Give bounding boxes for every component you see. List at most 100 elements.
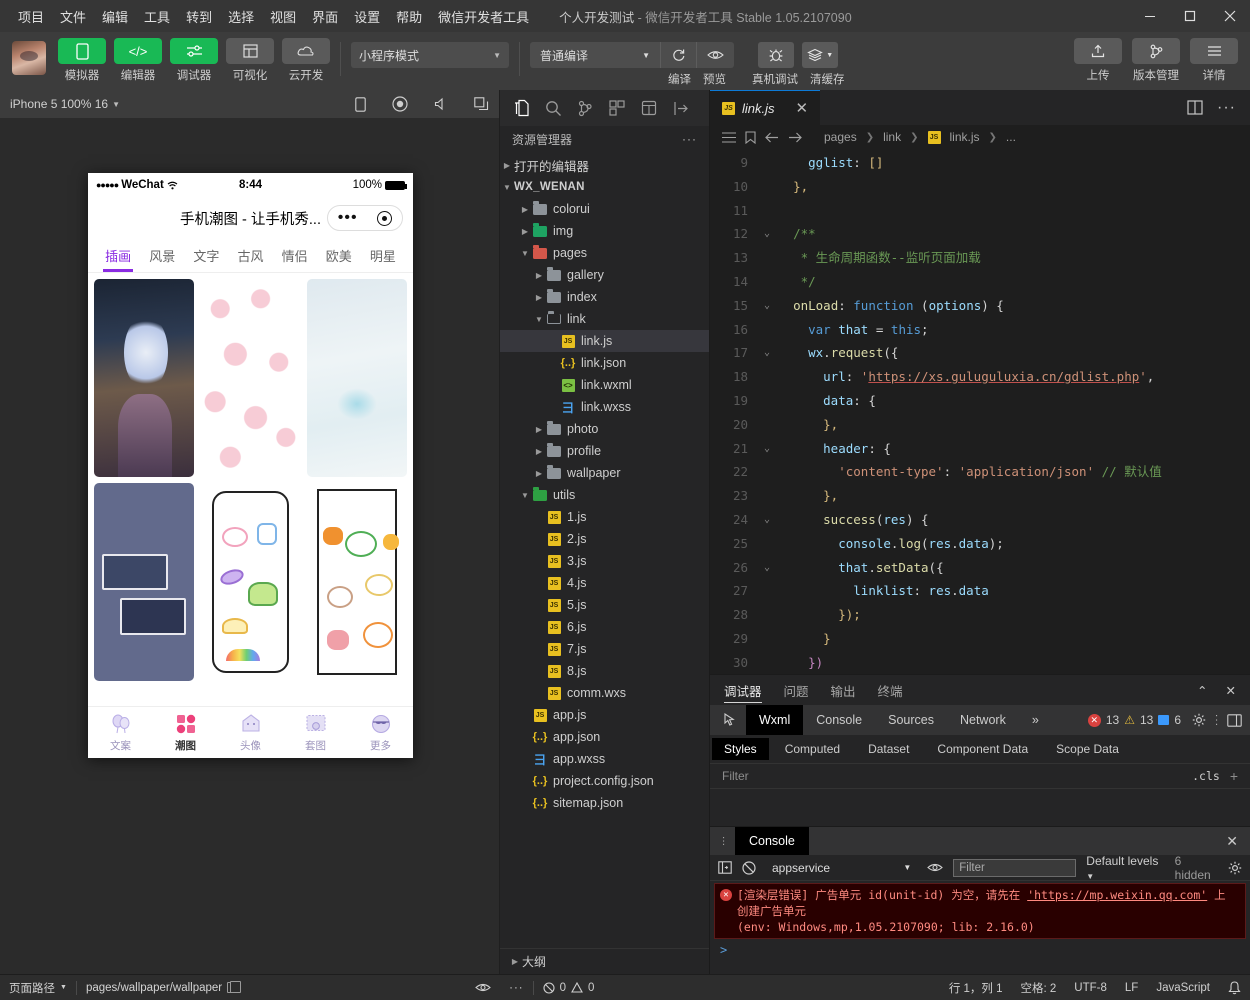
gear-icon[interactable] (1228, 861, 1242, 875)
toolbar-button-simulator[interactable]: 模拟器 (58, 38, 106, 83)
tree-file-8.js[interactable]: JS 8.js (500, 660, 709, 682)
grid-item[interactable] (94, 483, 195, 681)
grid-item[interactable] (200, 483, 301, 681)
avatar[interactable] (12, 41, 46, 75)
menu-item-8[interactable]: 设置 (346, 3, 388, 30)
more-vertical-icon[interactable]: ··· (718, 836, 729, 846)
toolbar-button-cloud[interactable]: 云开发 (282, 38, 330, 83)
phone-tab-更多[interactable]: 更多 (348, 713, 413, 753)
tree-file-4.js[interactable]: JS 4.js (500, 572, 709, 594)
inspect-element-icon[interactable] (716, 713, 746, 727)
phone-tab-文案[interactable]: 文案 (88, 713, 153, 753)
warning-count[interactable]: 13 (1140, 713, 1153, 727)
maximize-button[interactable] (1170, 0, 1210, 32)
tree-folder-colorui[interactable]: ▶ colorui (500, 198, 709, 220)
mode-select[interactable]: 小程序模式 ▼ (351, 42, 509, 68)
gear-icon[interactable] (1192, 713, 1206, 727)
toolbar-button-details[interactable]: 详情 (1190, 38, 1238, 83)
compile-select[interactable]: 普通编译 ▼ (530, 42, 660, 68)
encoding-setting[interactable]: UTF-8 (1065, 975, 1116, 1000)
chevron-icon[interactable]: ▶ (532, 293, 546, 302)
style-tab-styles[interactable]: Styles (712, 738, 769, 760)
more-vertical-icon[interactable]: ··· (1211, 714, 1222, 727)
style-tab-scope-data[interactable]: Scope Data (1044, 738, 1131, 760)
breadcrumb-file[interactable]: link.js (950, 130, 980, 144)
chevron-icon[interactable]: ▼ (518, 491, 532, 500)
tree-file-app.js[interactable]: JS app.js (500, 704, 709, 726)
target-icon[interactable] (377, 210, 393, 226)
fold-toggle-icon[interactable]: ⌄ (756, 294, 778, 318)
more-dots-icon[interactable]: ••• (338, 210, 358, 226)
tree-folder-gallery[interactable]: ▶ gallery (500, 264, 709, 286)
tree-file-app.wxss[interactable]: 彐 app.wxss (500, 748, 709, 770)
grid-item[interactable] (306, 483, 407, 681)
breadcrumb-pages[interactable]: pages (824, 130, 857, 144)
tree-folder-utils[interactable]: ▼ utils (500, 484, 709, 506)
fold-toggle-icon[interactable]: ⌄ (756, 341, 778, 365)
menu-item-1[interactable]: 文件 (52, 3, 94, 30)
page-path-select[interactable]: 页面路径 ▼ (0, 975, 76, 1000)
editor-tab-linkjs[interactable]: JS link.js ✕ (710, 90, 821, 125)
status-eye-button[interactable] (466, 975, 500, 1000)
console-levels-select[interactable]: Default levels ▼ (1086, 854, 1164, 882)
files-icon[interactable] (506, 93, 536, 123)
style-tab-computed[interactable]: Computed (773, 738, 852, 760)
open-editors-section[interactable]: ▶ 打开的编辑器 (500, 154, 709, 176)
indentation-setting[interactable]: 空格: 2 (1012, 975, 1066, 1000)
outline-section[interactable]: ▶ 大纲 (500, 948, 709, 974)
close-icon[interactable]: ✕ (1226, 833, 1250, 850)
fold-markers[interactable]: ⌄ ⌄ ⌄ ⌄ ⌄ ⌄ (756, 149, 778, 674)
real-device-debug-button[interactable] (758, 42, 795, 68)
menu-item-5[interactable]: 选择 (220, 3, 262, 30)
style-tab-component-data[interactable]: Component Data (925, 738, 1040, 760)
copy-icon[interactable] (227, 981, 242, 993)
tree-folder-index[interactable]: ▶ index (500, 286, 709, 308)
style-filter-input[interactable]: Filter (722, 769, 749, 783)
grid-item[interactable] (306, 279, 407, 477)
preview-button[interactable] (697, 42, 734, 68)
menu-icon[interactable] (722, 131, 736, 143)
test-icon[interactable] (634, 93, 664, 123)
bell-icon[interactable] (1219, 975, 1250, 1000)
tree-file-1.js[interactable]: JS 1.js (500, 506, 709, 528)
tree-folder-profile[interactable]: ▶ profile (500, 440, 709, 462)
console-tab[interactable]: Console (735, 827, 809, 855)
chevron-icon[interactable]: ▼ (532, 315, 546, 324)
chevron-icon[interactable]: ▼ (518, 249, 532, 258)
explorer-more-button[interactable]: ··· (682, 132, 697, 146)
close-icon[interactable]: ✕ (1226, 683, 1236, 698)
language-mode[interactable]: JavaScript (1147, 975, 1219, 1000)
breadcrumb-link[interactable]: link (883, 130, 901, 144)
console-filter-input[interactable]: Filter (953, 858, 1077, 877)
close-button[interactable] (1210, 0, 1250, 32)
phone-tab-头像[interactable]: 头像 (218, 713, 283, 753)
menu-item-10[interactable]: 微信开发者工具 (430, 3, 537, 30)
cls-button[interactable]: .cls (1192, 769, 1220, 783)
code-content[interactable]: gglist: [] }, /** * 生命周期函数--监听页面加载 */ on… (778, 149, 1250, 674)
compile-button[interactable] (661, 42, 696, 68)
category-tab-古风[interactable]: 古风 (228, 239, 272, 273)
menu-item-6[interactable]: 视图 (262, 3, 304, 30)
category-tab-插画[interactable]: 插画 (96, 239, 140, 273)
category-tab-风景[interactable]: 风景 (140, 239, 184, 273)
tree-folder-img[interactable]: ▶ img (500, 220, 709, 242)
collapse-icon[interactable] (666, 93, 696, 123)
collapse-icon[interactable]: ⌃ (1197, 683, 1207, 698)
category-tab-欧美[interactable]: 欧美 (317, 239, 361, 273)
extensions-icon[interactable] (602, 93, 632, 123)
menu-item-7[interactable]: 界面 (304, 3, 346, 30)
console-context-select[interactable]: appservice ▼ (766, 859, 917, 877)
toolbar-button-upload[interactable]: 上传 (1074, 38, 1122, 83)
debug-tab-终端[interactable]: 终端 (878, 675, 903, 705)
menu-item-2[interactable]: 编辑 (94, 3, 136, 30)
tree-file-5.js[interactable]: JS 5.js (500, 594, 709, 616)
tree-file-app.json[interactable]: {..} app.json (500, 726, 709, 748)
devtools-tab-console[interactable]: Console (803, 705, 875, 735)
close-icon[interactable]: ✕ (796, 99, 809, 117)
minimize-button[interactable] (1130, 0, 1170, 32)
forward-arrow-icon[interactable] (788, 132, 802, 143)
back-arrow-icon[interactable] (765, 132, 779, 143)
tree-file-comm.wxs[interactable]: JS comm.wxs (500, 682, 709, 704)
debug-tab-输出[interactable]: 输出 (831, 675, 856, 705)
category-tab-情侣[interactable]: 情侣 (273, 239, 317, 273)
